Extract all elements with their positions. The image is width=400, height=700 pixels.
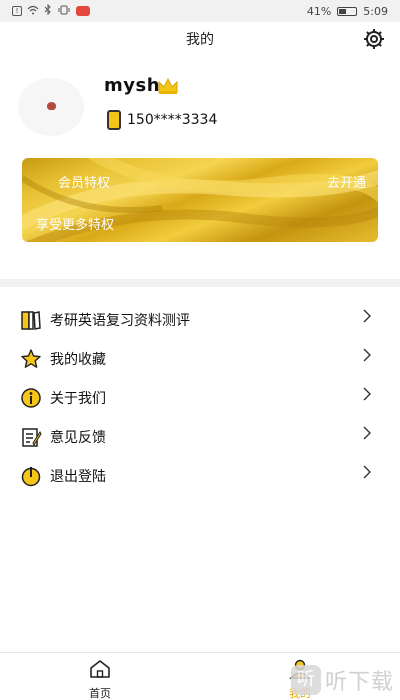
menu-item-about-us[interactable]: 关于我们 <box>0 378 400 417</box>
phone-icon <box>107 110 121 130</box>
settings-menu: 考研英语复习资料测评 我的收藏 关于我们 意见反馈 退出登陆 <box>0 300 400 495</box>
menu-item-feedback[interactable]: 意见反馈 <box>0 417 400 456</box>
username: mysh <box>104 75 161 96</box>
crown-icon <box>157 77 179 95</box>
menu-item-label: 意见反馈 <box>50 429 106 446</box>
settings-gear-icon[interactable] <box>362 27 386 51</box>
app-notification-icon <box>76 6 90 16</box>
chevron-right-icon <box>362 425 372 440</box>
power-icon <box>20 465 42 487</box>
battery-icon <box>337 6 358 16</box>
menu-item-label: 关于我们 <box>50 390 106 407</box>
menu-item-favorites[interactable]: 我的收藏 <box>0 339 400 378</box>
watermark: 听 听下载 <box>290 664 394 696</box>
watermark-text: 听下载 <box>324 670 394 695</box>
menu-item-review-materials[interactable]: 考研英语复习资料测评 <box>0 300 400 339</box>
avatar-image <box>47 102 56 110</box>
member-banner[interactable]: 会员特权 享受更多特权 去开通 <box>22 158 378 242</box>
menu-item-label: 考研英语复习资料测评 <box>50 312 190 329</box>
page-header: 我的 <box>0 22 400 56</box>
menu-item-label: 我的收藏 <box>50 351 106 368</box>
section-divider <box>0 279 400 287</box>
bluetooth-icon <box>44 3 52 18</box>
watermark-logo: 听 <box>290 665 321 695</box>
menu-item-logout[interactable]: 退出登陆 <box>0 456 400 495</box>
chevron-right-icon <box>362 308 372 323</box>
notification-icon: ! <box>12 6 22 16</box>
chevron-right-icon <box>362 386 372 401</box>
nav-home-label: 首页 <box>89 687 111 700</box>
info-icon <box>20 387 42 409</box>
phone-row: 150****3334 <box>107 110 217 130</box>
open-membership-link[interactable]: 去开通 <box>327 172 366 191</box>
nav-tab-home[interactable]: 首页 <box>70 659 130 700</box>
status-time: 5:09 <box>363 4 388 18</box>
page-title: 我的 <box>186 32 214 48</box>
phone-number: 150****3334 <box>127 112 218 128</box>
book-icon <box>20 309 42 331</box>
star-icon <box>20 348 42 370</box>
vibrate-icon <box>57 5 71 18</box>
feedback-icon <box>20 426 42 448</box>
status-bar: ! 41% 5:09 <box>0 0 400 22</box>
avatar[interactable] <box>18 78 84 136</box>
member-banner-subtitle: 享受更多特权 <box>36 218 115 233</box>
chevron-right-icon <box>362 347 372 362</box>
wifi-icon <box>27 5 39 18</box>
status-icons-left: ! <box>12 3 90 18</box>
battery-percent: 41% <box>306 4 332 18</box>
chevron-right-icon <box>362 464 372 479</box>
member-banner-title: 会员特权 <box>58 176 111 191</box>
status-icons-right: 41% 5:09 <box>307 5 388 18</box>
menu-item-label: 退出登陆 <box>50 468 106 485</box>
home-icon <box>89 660 111 683</box>
